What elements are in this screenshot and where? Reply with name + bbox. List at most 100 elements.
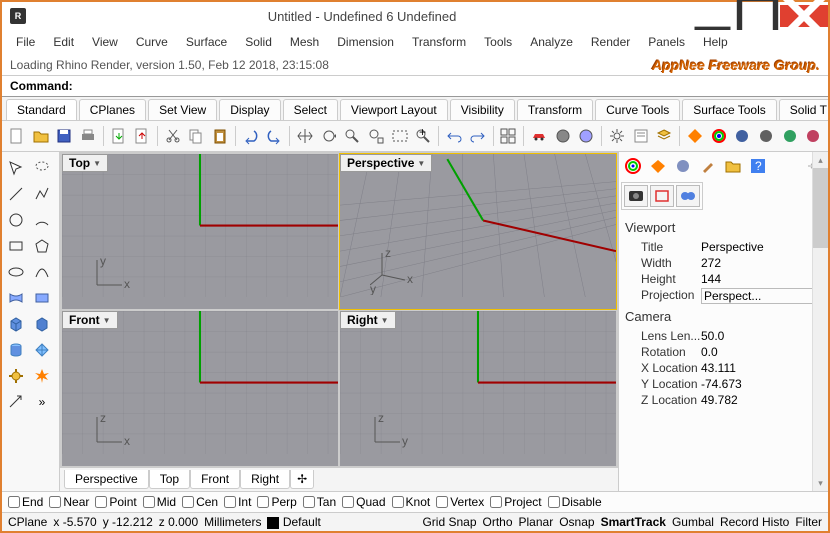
menu-dimension[interactable]: Dimension (329, 32, 402, 52)
viewport-front-label[interactable]: Front▼ (62, 311, 118, 329)
menu-file[interactable]: File (8, 32, 43, 52)
arc-icon[interactable] (30, 208, 54, 232)
osnap-end[interactable]: End (8, 495, 43, 509)
sphere4-icon[interactable] (802, 124, 824, 148)
viewport-top-label[interactable]: Top▼ (62, 154, 108, 172)
pan-icon[interactable] (294, 124, 316, 148)
render-icon[interactable] (575, 124, 597, 148)
import-icon[interactable] (108, 124, 130, 148)
undo-view-icon[interactable] (443, 124, 465, 148)
command-prompt[interactable]: Command: (2, 75, 828, 97)
menu-view[interactable]: View (84, 32, 126, 52)
prop-title-value[interactable]: Perspective (701, 240, 828, 254)
menu-transform[interactable]: Transform (404, 32, 474, 52)
prop-projection-value[interactable]: Perspect...⌄ (701, 288, 828, 304)
viewport-right-label[interactable]: Right▼ (340, 311, 396, 329)
status-osnap[interactable]: Osnap (559, 515, 594, 529)
minimize-button[interactable] (690, 5, 735, 27)
layers-icon[interactable] (653, 124, 675, 148)
help-icon[interactable] (684, 124, 706, 148)
menu-curve[interactable]: Curve (128, 32, 176, 52)
osnap-project[interactable]: Project (490, 495, 541, 509)
ellipse-icon[interactable] (4, 260, 28, 284)
sphere1-icon[interactable] (731, 124, 753, 148)
viewport-perspective[interactable]: xzy Perspective▼ (340, 154, 616, 309)
open-icon[interactable] (30, 124, 52, 148)
prop-lens-value[interactable]: 50.0 (701, 329, 828, 343)
status-layer[interactable]: Default (267, 515, 320, 529)
circle-icon[interactable] (4, 208, 28, 232)
new-icon[interactable] (6, 124, 28, 148)
viewport-perspective-label[interactable]: Perspective▼ (340, 154, 432, 172)
tab-cplanes[interactable]: CPlanes (79, 99, 146, 120)
menu-solid[interactable]: Solid (237, 32, 280, 52)
surface-icon[interactable] (4, 286, 28, 310)
prop-width-value[interactable]: 272 (701, 256, 828, 270)
status-record[interactable]: Record Histo (720, 515, 789, 529)
texture-icon[interactable] (676, 185, 700, 207)
osnap-perp[interactable]: Perp (257, 495, 296, 509)
lasso-icon[interactable] (30, 156, 54, 180)
sphere3-icon[interactable] (779, 124, 801, 148)
tab-curve-tools[interactable]: Curve Tools (595, 99, 680, 120)
rainbow-icon[interactable] (708, 124, 730, 148)
tool-more-icon[interactable]: » (30, 390, 54, 414)
prop-zloc-value[interactable]: 49.782 (701, 393, 828, 407)
status-ortho[interactable]: Ortho (483, 515, 513, 529)
curve-icon[interactable] (30, 260, 54, 284)
prop-xloc-value[interactable]: 43.111 (701, 361, 828, 375)
maximize-button[interactable] (735, 5, 780, 27)
cut-icon[interactable] (162, 124, 184, 148)
panel-display-icon[interactable] (672, 155, 694, 177)
scroll-thumb[interactable] (813, 168, 828, 248)
polygon-icon[interactable] (30, 234, 54, 258)
tab-setview[interactable]: Set View (148, 99, 217, 120)
tab-visibility[interactable]: Visibility (450, 99, 515, 120)
box-icon[interactable] (4, 312, 28, 336)
status-units[interactable]: Millimeters (204, 515, 261, 529)
menu-mesh[interactable]: Mesh (282, 32, 327, 52)
rotate-icon[interactable] (318, 124, 340, 148)
panel-help-icon[interactable]: ? (747, 155, 769, 177)
vtab-perspective[interactable]: Perspective (64, 470, 149, 489)
osnap-disable[interactable]: Disable (548, 495, 602, 509)
prop-height-value[interactable]: 144 (701, 272, 828, 286)
tab-viewport-layout[interactable]: Viewport Layout (340, 99, 448, 120)
prop-yloc-value[interactable]: -74.673 (701, 377, 828, 391)
rectangle-icon[interactable] (4, 234, 28, 258)
status-filter[interactable]: Filter (795, 515, 822, 529)
zoom-window-icon[interactable] (389, 124, 411, 148)
osnap-vertex[interactable]: Vertex (436, 495, 484, 509)
status-gumball[interactable]: Gumbal (672, 515, 714, 529)
redo-icon[interactable] (264, 124, 286, 148)
osnap-near[interactable]: Near (49, 495, 89, 509)
status-planar[interactable]: Planar (519, 515, 554, 529)
mesh-icon[interactable] (30, 338, 54, 362)
properties-icon[interactable] (630, 124, 652, 148)
vtab-top[interactable]: Top (149, 470, 190, 489)
save-icon[interactable] (53, 124, 75, 148)
panel-scrollbar[interactable]: ▴ ▾ (812, 152, 828, 491)
panel-properties-icon[interactable] (622, 155, 644, 177)
line-icon[interactable] (4, 182, 28, 206)
scroll-down-icon[interactable]: ▾ (813, 475, 828, 491)
tab-surface-tools[interactable]: Surface Tools (682, 99, 777, 120)
cylinder-icon[interactable] (4, 338, 28, 362)
prop-rotation-value[interactable]: 0.0 (701, 345, 828, 359)
panel-libraries-icon[interactable] (722, 155, 744, 177)
vtab-right[interactable]: Right (240, 470, 290, 489)
solid-icon[interactable] (30, 312, 54, 336)
copy-icon[interactable] (186, 124, 208, 148)
tab-solid-tools[interactable]: Solid T (779, 99, 828, 120)
osnap-quad[interactable]: Quad (342, 495, 385, 509)
vtab-front[interactable]: Front (190, 470, 240, 489)
menu-edit[interactable]: Edit (45, 32, 82, 52)
render-car-icon[interactable] (528, 124, 550, 148)
select-icon[interactable] (4, 156, 28, 180)
viewport-front[interactable]: xz Front▼ (62, 311, 338, 466)
tab-display[interactable]: Display (219, 99, 280, 120)
viewport-properties-icon[interactable] (624, 185, 648, 207)
menu-surface[interactable]: Surface (178, 32, 235, 52)
zoom-icon[interactable] (342, 124, 364, 148)
sphere2-icon[interactable] (755, 124, 777, 148)
